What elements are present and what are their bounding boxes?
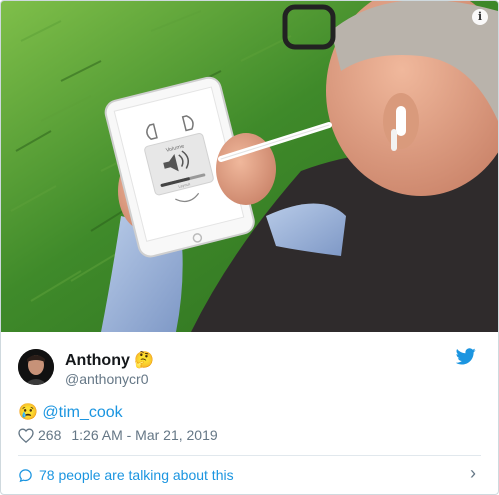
tweet-meta: 268 1:26 AM - Mar 21, 2019 xyxy=(18,427,218,443)
avatar[interactable] xyxy=(18,349,54,385)
heart-icon[interactable] xyxy=(18,427,34,443)
author-name-text[interactable]: Anthony xyxy=(65,352,130,369)
twitter-bird-icon[interactable] xyxy=(455,348,476,370)
like-count[interactable]: 268 xyxy=(38,427,61,443)
speech-bubble-icon xyxy=(18,468,33,483)
timestamp[interactable]: 1:26 AM - Mar 21, 2019 xyxy=(71,427,217,443)
thinking-face-emoji: 🤔 xyxy=(134,352,155,369)
crying-face-emoji: 😢 xyxy=(18,404,38,421)
chevron-right-icon[interactable]: › xyxy=(470,463,476,484)
divider xyxy=(18,455,481,456)
tweet-text: 😢 @tim_cook xyxy=(18,402,123,422)
author-handle[interactable]: @anthonycr0 xyxy=(65,371,148,387)
tweet-photo[interactable]: Volume Layout i xyxy=(1,1,498,332)
mention-link[interactable]: @tim_cook xyxy=(42,404,122,421)
embedded-tweet-card: Volume Layout i Anthony 🤔 @anthonycr0 😢 … xyxy=(0,0,499,495)
conversation-text[interactable]: 78 people are talking about this xyxy=(39,467,234,483)
info-icon[interactable]: i xyxy=(472,9,488,25)
author-name[interactable]: Anthony 🤔 xyxy=(65,350,154,370)
conversation-link[interactable]: 78 people are talking about this xyxy=(18,466,481,484)
